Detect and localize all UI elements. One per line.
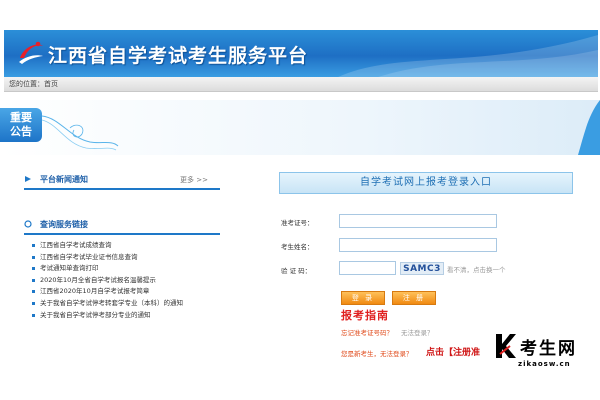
captcha-label: 验 证 码： [281, 267, 312, 275]
arrow-bullet-icon [25, 176, 31, 182]
forgot-admission-link[interactable]: 忘记准考证号码？ [341, 329, 393, 337]
register-button[interactable]: 注 册 [392, 291, 436, 305]
forgot-row: 忘记准考证号码？ 无法登录？ [341, 327, 434, 337]
cannot-login-link[interactable]: 无法登录？ [401, 329, 434, 337]
list-item[interactable]: 关于我省自学考试停考部分专业的通知 [32, 310, 262, 322]
login-heading: 自学考试网上报考登录入口 [279, 172, 573, 194]
captcha-image[interactable]: SAMC3 [400, 262, 444, 275]
more-link[interactable]: 更多 >> [180, 175, 208, 185]
admission-number-label: 准考证号： [281, 219, 314, 227]
new-student-text: 您是新考生，无法登录？ [341, 350, 413, 358]
watermark-url: zikaosw.cn [518, 360, 571, 368]
student-name-label: 考生姓名： [281, 243, 314, 251]
list-item[interactable]: 江西省2020年10月自学考试报考简章 [32, 286, 262, 298]
breadcrumb-home-link[interactable]: 首页 [44, 80, 58, 88]
watermark: 考生网 zikaosw.cn [490, 330, 600, 375]
news-panel-title: 平台新闻通知 [40, 175, 88, 184]
ribbon-swirl-icon [41, 115, 119, 151]
corner-decoration [578, 100, 600, 155]
notice-tag-text: 重要 公告 [10, 111, 32, 138]
banner-wave-decoration [338, 35, 598, 77]
k-logo-icon [496, 334, 516, 358]
login-button[interactable]: 登 录 [341, 291, 385, 305]
student-name-input[interactable] [339, 238, 497, 252]
breadcrumb-prefix: 您的位置： [9, 80, 44, 88]
list-item[interactable]: 关于我省自学考试停考转套学专业（本科）的通知 [32, 298, 262, 310]
list-item[interactable]: 江西省自学考试成绩查询 [32, 240, 262, 252]
links-panel-header: 查询服务链接 [24, 217, 220, 235]
register-prompt-link[interactable]: 点击【注册准 [426, 345, 480, 358]
watermark-text: 考生网 [520, 339, 577, 359]
list-item[interactable]: 江西省自学考试毕业证书信息查询 [32, 252, 262, 264]
captcha-input[interactable] [339, 261, 396, 275]
captcha-refresh-tip[interactable]: 看不清，点击换一个 [447, 264, 506, 274]
query-link-list: 江西省自学考试成绩查询 江西省自学考试毕业证书信息查询 考试通知单查询打印 20… [32, 240, 262, 321]
circle-bullet-icon [24, 220, 32, 228]
admission-number-input[interactable] [339, 214, 497, 228]
list-item[interactable]: 考试通知单查询打印 [32, 263, 262, 275]
swoosh-logo-icon [19, 41, 43, 64]
site-title: 江西省自学考试考生服务平台 [48, 45, 309, 67]
breadcrumb: 您的位置：首页 [4, 77, 598, 92]
list-item[interactable]: 2020年10月全省自学考试报名温馨提示 [32, 275, 262, 287]
news-panel-header: 平台新闻通知 更多 >> [24, 172, 220, 190]
notice-tag: 重要 公告 [0, 108, 42, 142]
header-banner: 江西省自学考试考生服务平台 [4, 30, 598, 77]
links-panel-title: 查询服务链接 [40, 220, 88, 229]
exam-guide-link[interactable]: 报考指南 [341, 307, 389, 323]
